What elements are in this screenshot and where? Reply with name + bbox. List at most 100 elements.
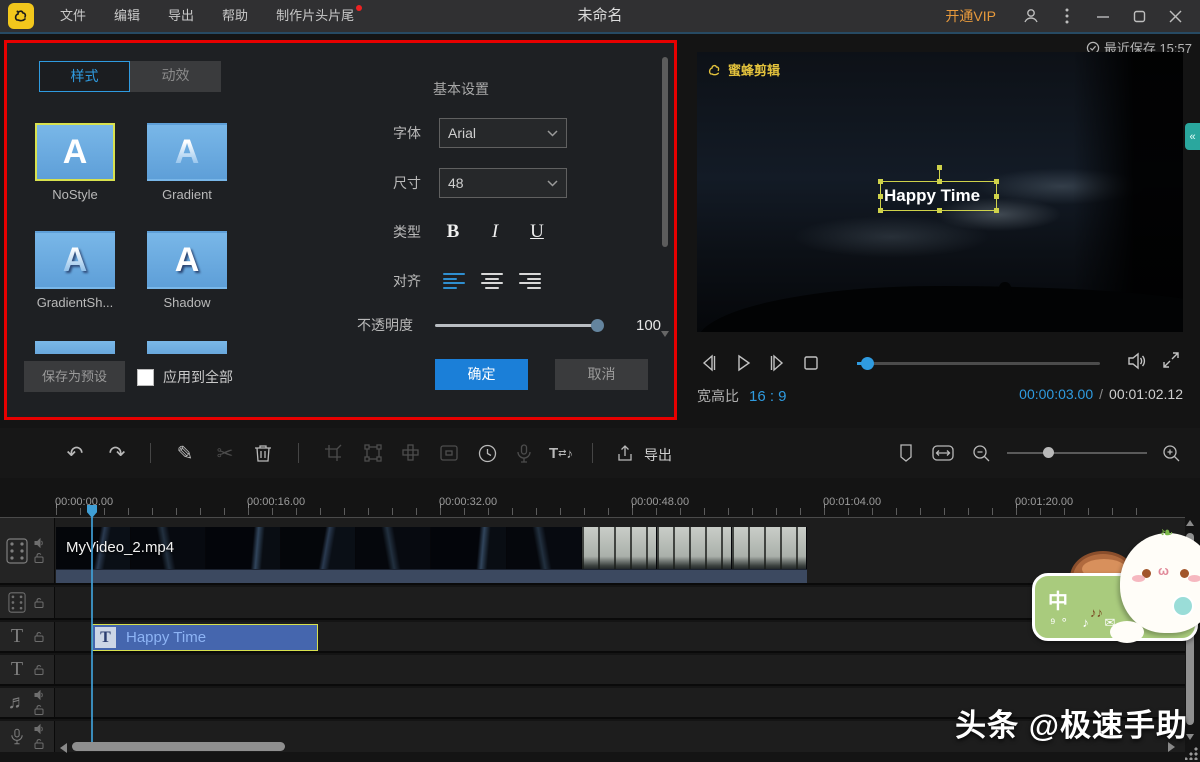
duration-button[interactable] xyxy=(474,440,500,466)
volume-icon[interactable] xyxy=(1125,350,1147,377)
confirm-button[interactable]: 确定 xyxy=(435,359,528,390)
resize-handle[interactable] xyxy=(878,179,883,184)
save-as-preset-button[interactable]: 保存为预设 xyxy=(24,361,125,392)
opacity-slider[interactable] xyxy=(435,324,598,327)
aspect-ratio-value[interactable]: 16 : 9 xyxy=(749,388,787,405)
resize-handle[interactable] xyxy=(878,194,883,199)
hscroll-left-arrow[interactable] xyxy=(60,743,67,753)
video-preview-canvas[interactable]: 蜜蜂剪辑 Happy Time xyxy=(697,52,1183,332)
cancel-button[interactable]: 取消 xyxy=(555,359,648,390)
resize-handle[interactable] xyxy=(937,179,942,184)
fullscreen-icon[interactable] xyxy=(1161,350,1181,377)
stop-button[interactable] xyxy=(799,351,823,375)
text-overlay-selection[interactable]: Happy Time xyxy=(880,181,997,211)
preview-progress-slider[interactable] xyxy=(857,362,1100,365)
mute-track-icon[interactable] xyxy=(34,690,45,700)
track-text-2[interactable]: T xyxy=(0,655,1185,686)
italic-button[interactable]: I xyxy=(485,221,505,243)
previous-frame-button[interactable] xyxy=(697,351,721,375)
mosaic-button[interactable] xyxy=(398,440,424,466)
export-button[interactable]: 导出 xyxy=(644,445,672,465)
resize-handle[interactable] xyxy=(994,179,999,184)
progress-handle[interactable] xyxy=(861,357,874,370)
export-icon[interactable] xyxy=(612,440,638,466)
marker-button[interactable] xyxy=(893,440,919,466)
more-menu-icon[interactable] xyxy=(1052,0,1082,32)
split-button[interactable]: ✂ xyxy=(212,440,238,466)
lock-track-icon[interactable] xyxy=(34,597,44,608)
redo-button[interactable]: ↷ xyxy=(104,440,130,466)
resize-handle[interactable] xyxy=(994,194,999,199)
preset-gradient[interactable]: A Gradient xyxy=(147,123,227,202)
rotation-handle[interactable] xyxy=(937,165,942,170)
lock-track-icon[interactable] xyxy=(34,738,44,749)
apply-to-all-checkbox[interactable] xyxy=(137,369,154,386)
track-video-overlay[interactable] xyxy=(0,587,1185,620)
bold-button[interactable]: B xyxy=(443,221,463,243)
preset-gradientshadow[interactable]: A GradientSh... xyxy=(35,231,115,310)
preset-gradient-thumb[interactable]: A xyxy=(147,123,227,181)
zoom-in-button[interactable] xyxy=(1158,440,1184,466)
align-right-button[interactable] xyxy=(519,272,541,290)
fit-timeline-button[interactable] xyxy=(930,440,956,466)
timeline-zoom-slider[interactable] xyxy=(1007,452,1147,454)
lock-track-icon[interactable] xyxy=(34,552,44,563)
resize-handle[interactable] xyxy=(937,208,942,213)
panel-scroll-down-arrow[interactable] xyxy=(661,331,669,337)
panel-collapse-tab[interactable]: « xyxy=(1185,123,1200,150)
close-button[interactable] xyxy=(1160,0,1190,32)
resize-grip[interactable] xyxy=(1185,747,1198,760)
zoom-transform-button[interactable] xyxy=(360,440,386,466)
mute-track-icon[interactable] xyxy=(34,724,45,734)
preset-gradientshadow-thumb[interactable]: A xyxy=(35,231,115,289)
edit-button[interactable]: ✎ xyxy=(172,440,198,466)
text-overlay[interactable]: Happy Time xyxy=(881,182,996,210)
horizontal-scrollbar[interactable] xyxy=(72,742,285,751)
video-clip[interactable]: MyVideo_2.mp4 xyxy=(56,527,807,583)
preset-shadow-thumb[interactable]: A xyxy=(147,231,227,289)
font-select[interactable]: Arial xyxy=(439,118,567,148)
underline-button[interactable]: U xyxy=(527,221,547,243)
delete-button[interactable] xyxy=(250,440,276,466)
crop-button[interactable] xyxy=(320,440,346,466)
resize-handle[interactable] xyxy=(878,208,883,213)
ime-toolbar-sticker[interactable]: ω ❧ 中 ⁹° ♪ ✉ ♪♪ xyxy=(1032,533,1200,645)
align-center-button[interactable] xyxy=(481,272,503,290)
playhead-line[interactable] xyxy=(91,517,93,749)
align-left-button[interactable] xyxy=(443,272,465,290)
preset-shadow[interactable]: A Shadow xyxy=(147,231,227,310)
lock-track-icon[interactable] xyxy=(34,631,44,642)
next-frame-button[interactable] xyxy=(765,351,789,375)
menu-file[interactable]: 文件 xyxy=(46,0,100,32)
menu-help[interactable]: 帮助 xyxy=(208,0,262,32)
text-to-speech-button[interactable]: T⇄♪ xyxy=(548,440,574,466)
track-video-main[interactable]: MyVideo_2.mp4 xyxy=(0,518,1185,585)
preset-nostyle[interactable]: A NoStyle xyxy=(35,123,115,202)
panel-scrollbar[interactable] xyxy=(662,57,668,247)
undo-button[interactable]: ↶ xyxy=(62,440,88,466)
user-account-icon[interactable] xyxy=(1016,0,1046,32)
track-text-1[interactable]: T T Happy Time xyxy=(0,622,1185,653)
ime-language-button[interactable]: 中 xyxy=(1048,585,1068,614)
menu-export[interactable]: 导出 xyxy=(154,0,208,32)
maximize-button[interactable] xyxy=(1124,0,1154,32)
menu-intro-outro[interactable]: 制作片头片尾 xyxy=(262,0,368,32)
minimize-button[interactable] xyxy=(1088,0,1118,32)
tab-style[interactable]: 样式 xyxy=(39,61,130,92)
record-voiceover-button[interactable] xyxy=(511,440,537,466)
preset-nostyle-thumb[interactable]: A xyxy=(35,123,115,181)
timeline-zoom-handle[interactable] xyxy=(1043,447,1054,458)
menu-edit[interactable]: 编辑 xyxy=(100,0,154,32)
resize-handle[interactable] xyxy=(994,208,999,213)
tab-animation[interactable]: 动效 xyxy=(130,61,221,92)
play-button[interactable] xyxy=(731,351,755,375)
size-select[interactable]: 48 xyxy=(439,168,567,198)
text-clip[interactable]: T Happy Time xyxy=(92,624,318,651)
lock-track-icon[interactable] xyxy=(34,704,44,715)
zoom-out-button[interactable] xyxy=(968,440,994,466)
vscroll-up-arrow[interactable] xyxy=(1186,520,1194,526)
opacity-slider-handle[interactable] xyxy=(591,319,604,332)
lock-track-icon[interactable] xyxy=(34,664,44,675)
vip-button[interactable]: 开通VIP xyxy=(945,6,996,26)
mute-track-icon[interactable] xyxy=(34,538,45,548)
